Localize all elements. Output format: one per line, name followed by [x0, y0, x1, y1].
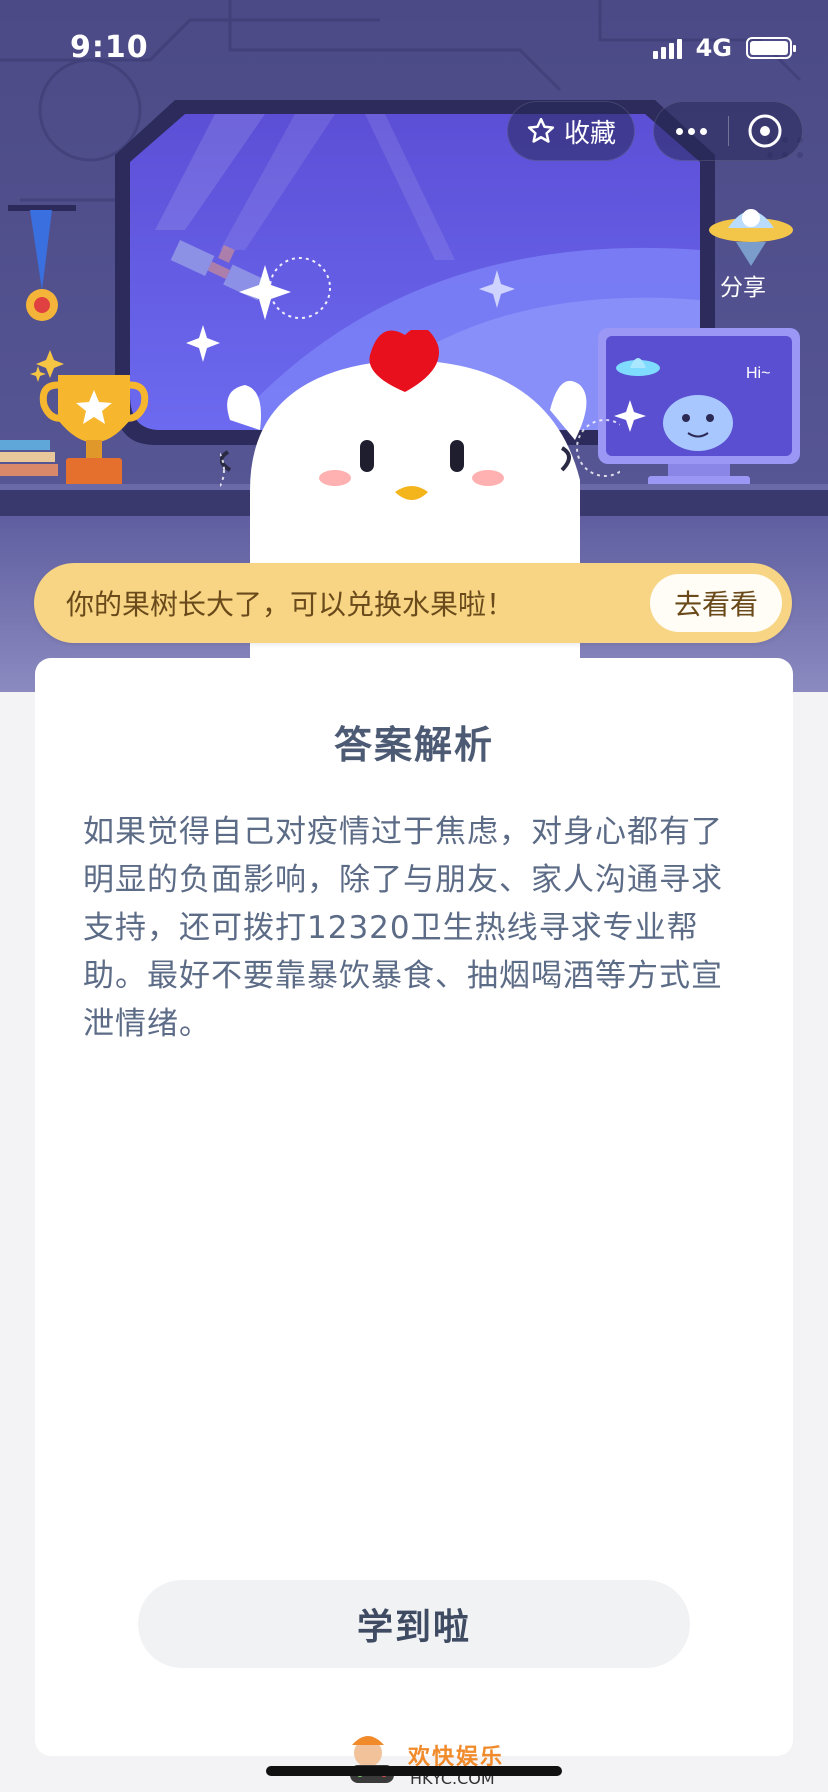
card-title: 答案解析 — [333, 723, 494, 767]
watermark: 欢快娱乐 HKYC.COM — [338, 1731, 508, 1792]
share-label: 分享 — [720, 275, 766, 301]
monitor-hi-text: Hi~ — [746, 365, 770, 382]
signal-icon — [652, 37, 682, 59]
network-type: 4G — [695, 34, 732, 62]
fruit-tree-banner[interactable]: 你的果树长大了，可以兑换水果啦！ 去看看 — [34, 563, 792, 643]
favorite-label: 收藏 — [563, 118, 616, 149]
status-time: 9:10 — [70, 30, 149, 65]
learned-button[interactable]: 学到啦 — [138, 1580, 690, 1668]
mini-program-capsule — [653, 101, 803, 161]
star-icon — [527, 117, 555, 143]
close-button[interactable] — [729, 102, 802, 160]
answer-explanation: 如果觉得自己对疫情过于焦虑，对身心都有了明显的负面影响，除了与朋友、家人沟通寻求… — [83, 814, 723, 1042]
status-indicators: 4G — [652, 34, 796, 62]
close-target-icon — [748, 114, 782, 148]
monitor-decoration: Hi~ — [598, 328, 800, 488]
favorite-button[interactable]: 收藏 — [507, 101, 635, 161]
home-indicator — [266, 1766, 562, 1776]
banner-message: 你的果树长大了，可以兑换水果啦！ — [66, 588, 515, 621]
more-button[interactable] — [654, 102, 728, 160]
battery-icon — [746, 37, 796, 59]
share-button[interactable]: 分享 — [706, 198, 796, 301]
answer-card: 答案解析 如果觉得自己对疫情过于焦虑，对身心都有了明显的负面影响，除了与朋友、家… — [35, 658, 793, 1756]
go-see-button[interactable]: 去看看 — [649, 574, 782, 632]
trophy-decoration — [0, 205, 149, 488]
watermark-logo — [350, 1736, 394, 1783]
ufo-share-icon — [709, 209, 793, 266]
